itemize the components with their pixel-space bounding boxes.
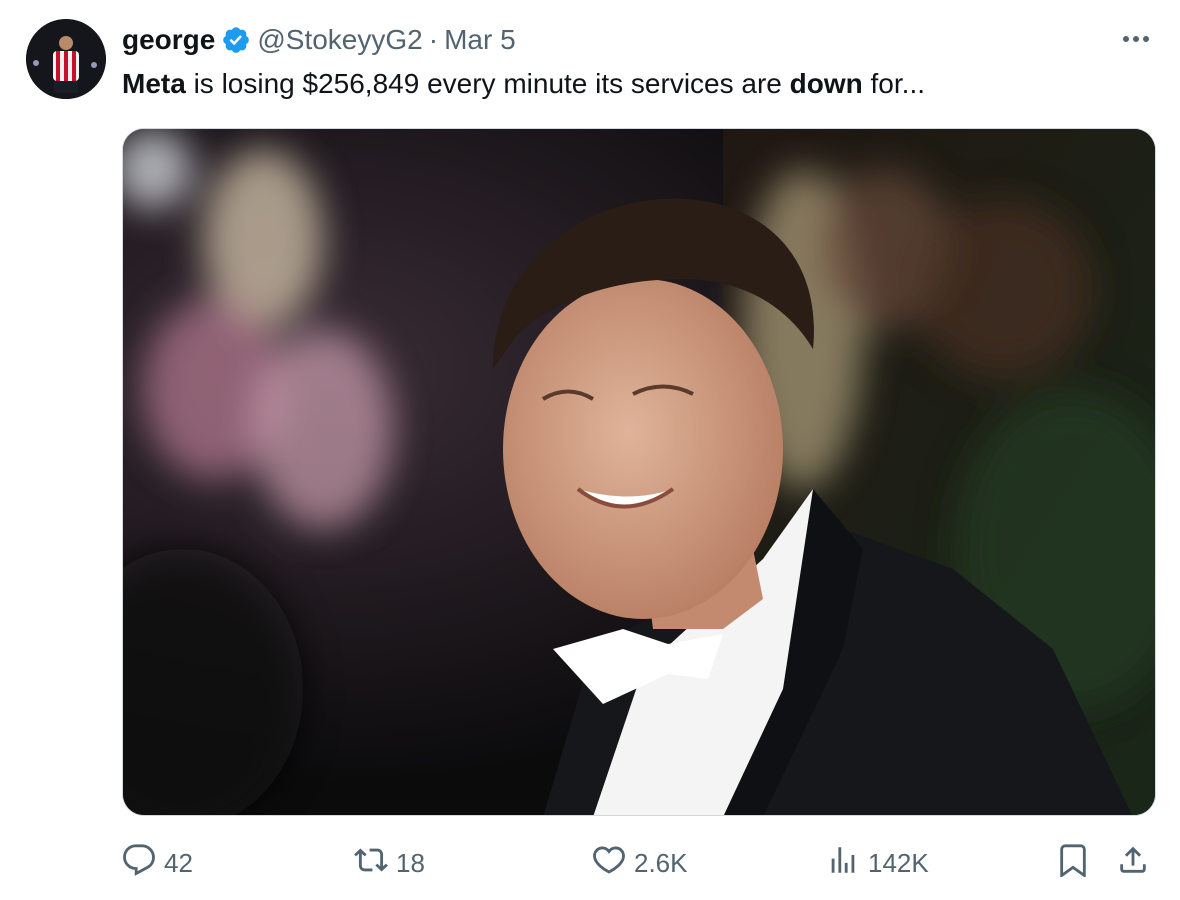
tweet-text-bold-2: down <box>789 68 863 99</box>
views-button[interactable]: 142K <box>826 840 929 886</box>
tweet-date[interactable]: Mar 5 <box>444 22 516 58</box>
tweet-text-segment-4: for... <box>862 68 925 99</box>
tweet-media[interactable] <box>122 128 1156 816</box>
verified-badge-icon <box>221 25 251 55</box>
views-icon <box>826 843 860 884</box>
repost-count: 18 <box>396 847 425 878</box>
author-handle[interactable]: @StokeyyG2 <box>257 22 422 58</box>
like-icon <box>592 843 626 884</box>
tweet-actions: 42 18 2.6K 142K <box>122 840 1154 886</box>
views-count: 142K <box>868 847 929 878</box>
bookmark-button[interactable] <box>1056 840 1090 886</box>
share-button[interactable] <box>1116 840 1150 886</box>
avatar-image <box>26 19 106 99</box>
bookmark-icon <box>1056 843 1090 884</box>
repost-button[interactable]: 18 <box>354 840 425 886</box>
like-button[interactable]: 2.6K <box>592 840 688 886</box>
share-icon <box>1116 843 1150 884</box>
repost-icon <box>354 843 388 884</box>
header-separator: · <box>428 24 439 55</box>
reply-button[interactable]: 42 <box>122 840 193 886</box>
like-count: 2.6K <box>634 847 688 878</box>
tweet-text-segment-2: is losing $256,849 every minute its serv… <box>185 68 790 99</box>
reply-icon <box>122 843 156 884</box>
photo <box>123 129 1155 815</box>
tweet-text-bold-1: Meta <box>122 68 186 99</box>
tweet-header: george @StokeyyG2 · Mar 5 <box>122 22 516 58</box>
reply-count: 42 <box>164 847 193 878</box>
tweet-text: Meta is losing $256,849 every minute its… <box>122 64 925 104</box>
more-icon[interactable] <box>1118 24 1154 54</box>
avatar[interactable] <box>26 19 106 99</box>
author-name[interactable]: george <box>122 22 215 58</box>
